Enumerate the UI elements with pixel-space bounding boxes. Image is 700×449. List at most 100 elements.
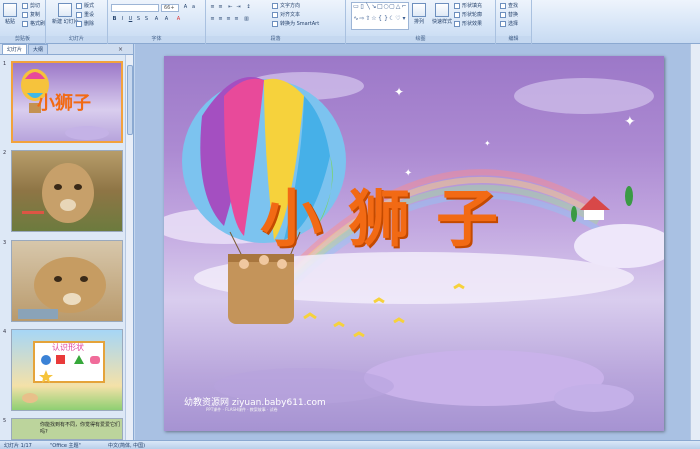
more-shapes-icon[interactable]: ▾ (401, 16, 407, 22)
scissors-icon (22, 2, 28, 9)
pen-icon (454, 11, 460, 18)
brush-icon (22, 20, 28, 27)
shape-outline-button[interactable]: 形状轮廓 (454, 11, 482, 18)
thumbnail-scrollbar[interactable] (125, 55, 133, 440)
font-group-label: 字体 (108, 36, 205, 43)
svg-text:✦: ✦ (394, 85, 404, 99)
align-left-icon[interactable]: ≡ (209, 16, 216, 23)
numbering-icon[interactable]: ≡ (217, 4, 224, 11)
slides-group-label: 幻灯片 (46, 36, 107, 43)
close-icon[interactable]: × (118, 46, 123, 53)
lion-photo-2 (18, 257, 106, 319)
quick-styles-icon (435, 3, 449, 17)
bullets-icon[interactable]: ≡ (209, 4, 216, 11)
tab-outline[interactable]: 大纲 (28, 44, 49, 54)
align-text-icon (272, 11, 278, 18)
shrink-font-icon[interactable]: a (190, 4, 197, 11)
shapes-gallery[interactable]: ▭ ▯ ╲ ↘ □ ○ ▢ △ ⌐ ∿ ⇨ ⇧ ☆ { } ☾ ♡ ▾ (351, 2, 409, 30)
status-bar: 幻灯片 1/17 "Office 主题" 中文(简体, 中国) (0, 440, 700, 449)
binoculars-icon (500, 2, 506, 9)
font-color-icon[interactable]: A (175, 16, 182, 23)
theme-name[interactable]: "Office 主题" (50, 442, 81, 449)
align-text-button[interactable]: 对齐文本 (272, 11, 300, 18)
editor-scrollbar[interactable] (690, 44, 700, 440)
paste-button[interactable]: 粘贴 (3, 3, 17, 25)
scrollbar-thumb[interactable] (127, 65, 133, 135)
strikethrough-icon[interactable]: S (135, 16, 142, 23)
tab-slides[interactable]: 幻灯片 (2, 44, 28, 54)
copy-icon (22, 11, 28, 18)
shapes-slide-art: 认识形状 (22, 341, 105, 403)
cut-button[interactable]: 剪切 (22, 2, 40, 9)
shape-fill-button[interactable]: 形状填充 (454, 2, 482, 9)
arrange-button[interactable]: 排列 (412, 3, 426, 25)
delete-slide-button[interactable]: 删除 (76, 20, 94, 27)
paragraph-group-label: 段落 (206, 36, 345, 43)
font-size-combo[interactable]: 66+ (161, 4, 179, 12)
thumbnail-number: 4 (3, 329, 7, 335)
svg-text:✦: ✦ (624, 114, 636, 130)
bold-icon[interactable]: B (111, 16, 118, 23)
effects-icon (454, 20, 460, 27)
font-name-combo[interactable] (111, 4, 159, 12)
language-indicator[interactable]: 中文(简体, 中国) (108, 442, 145, 449)
arrange-icon (412, 3, 426, 17)
format-painter-button[interactable]: 格式刷 (22, 20, 45, 27)
layout-icon (76, 2, 82, 9)
underline-icon[interactable]: U (127, 16, 134, 23)
align-center-icon[interactable]: ≡ (217, 16, 224, 23)
replace-icon (500, 11, 506, 18)
elbow-shape-icon[interactable]: ⌐ (401, 4, 407, 10)
slide-count: 幻灯片 1/17 (4, 443, 32, 449)
pane-tabs: 幻灯片 大纲 (0, 44, 133, 55)
spacing-icon[interactable]: A (153, 16, 160, 23)
copy-button[interactable]: 复制 (22, 11, 40, 18)
quick-styles-button[interactable]: 快速样式 (432, 3, 452, 25)
layout-button[interactable]: 版式 (76, 2, 94, 9)
reset-button[interactable]: 重设 (76, 11, 94, 18)
thumbnail-image (11, 150, 123, 232)
thumbnail-number: 2 (3, 150, 7, 156)
case-icon[interactable]: A (163, 16, 170, 23)
drawing-group-label: 绘图 (346, 36, 495, 43)
align-right-icon[interactable]: ≡ (225, 16, 232, 23)
lion-photo-1 (22, 163, 94, 223)
thumbnail-caption: 你能找到有不同，你觉得有爱爱它们吗? (40, 422, 121, 435)
columns-icon[interactable]: ▥ (243, 16, 250, 23)
justify-icon[interactable]: ≡ (233, 16, 240, 23)
paragraph-group: ≡ ≡ ⇤ ⇥ ↕ ≡ ≡ ≡ ≡ ▥ 文字方向 对齐文本 转换为 SmartA… (206, 0, 346, 44)
text-direction-icon (272, 2, 278, 9)
clipboard-group: 粘贴 剪切 复制 格式刷 剪贴板 (0, 0, 46, 44)
slides-group: 新建 幻灯片 版式 重设 删除 幻灯片 (46, 0, 108, 44)
shape-effects-button[interactable]: 形状效果 (454, 20, 482, 27)
line-spacing-icon[interactable]: ↕ (245, 4, 252, 11)
current-slide[interactable]: ✦ ✦ ✦ ✦ 小狮子 幼教资源网 ziyuan.baby611.com PPT… (164, 56, 664, 431)
new-slide-button[interactable]: 新建 幻灯片 (52, 3, 79, 25)
slide-thumbnail-pane: 幻灯片 大纲 × 1 小狮子 2 3 4 认识形状 5 你能找到有不同，你觉得有… (0, 44, 134, 440)
delete-icon (76, 20, 82, 27)
thumbnail-number: 3 (3, 240, 7, 246)
shadow-icon[interactable]: S (143, 16, 150, 23)
font-group: 66+ A a B I U S S A A A 字体 (108, 0, 206, 44)
reset-icon (76, 11, 82, 18)
thumbnail-title: 小狮子 (37, 93, 91, 114)
thumbnail-number: 1 (3, 61, 7, 67)
find-button[interactable]: 查找 (500, 2, 518, 9)
replace-button[interactable]: 替换 (500, 11, 518, 18)
thumbnail-image: 认识形状 (11, 329, 123, 411)
cursor-icon (500, 20, 506, 27)
thumbnail-1-art: 小狮子 (21, 69, 109, 140)
decrease-indent-icon[interactable]: ⇤ (227, 4, 234, 11)
increase-indent-icon[interactable]: ⇥ (235, 4, 242, 11)
text-direction-button[interactable]: 文字方向 (272, 2, 300, 9)
slide-title[interactable]: 小狮子 (260, 168, 524, 258)
svg-text:✦: ✦ (484, 139, 491, 148)
watermark-subtext: PPT课件 · FLASH课件 · 教案故事 · 试卷 (206, 407, 278, 412)
grow-font-icon[interactable]: A (182, 4, 189, 11)
smartart-icon (272, 20, 278, 27)
italic-icon[interactable]: I (119, 16, 126, 23)
thumbnail-number: 5 (3, 418, 7, 424)
smartart-button[interactable]: 转换为 SmartArt (272, 20, 319, 27)
select-button[interactable]: 选择 (500, 20, 518, 27)
editing-group: 查找 替换 选择 编辑 (496, 0, 532, 44)
